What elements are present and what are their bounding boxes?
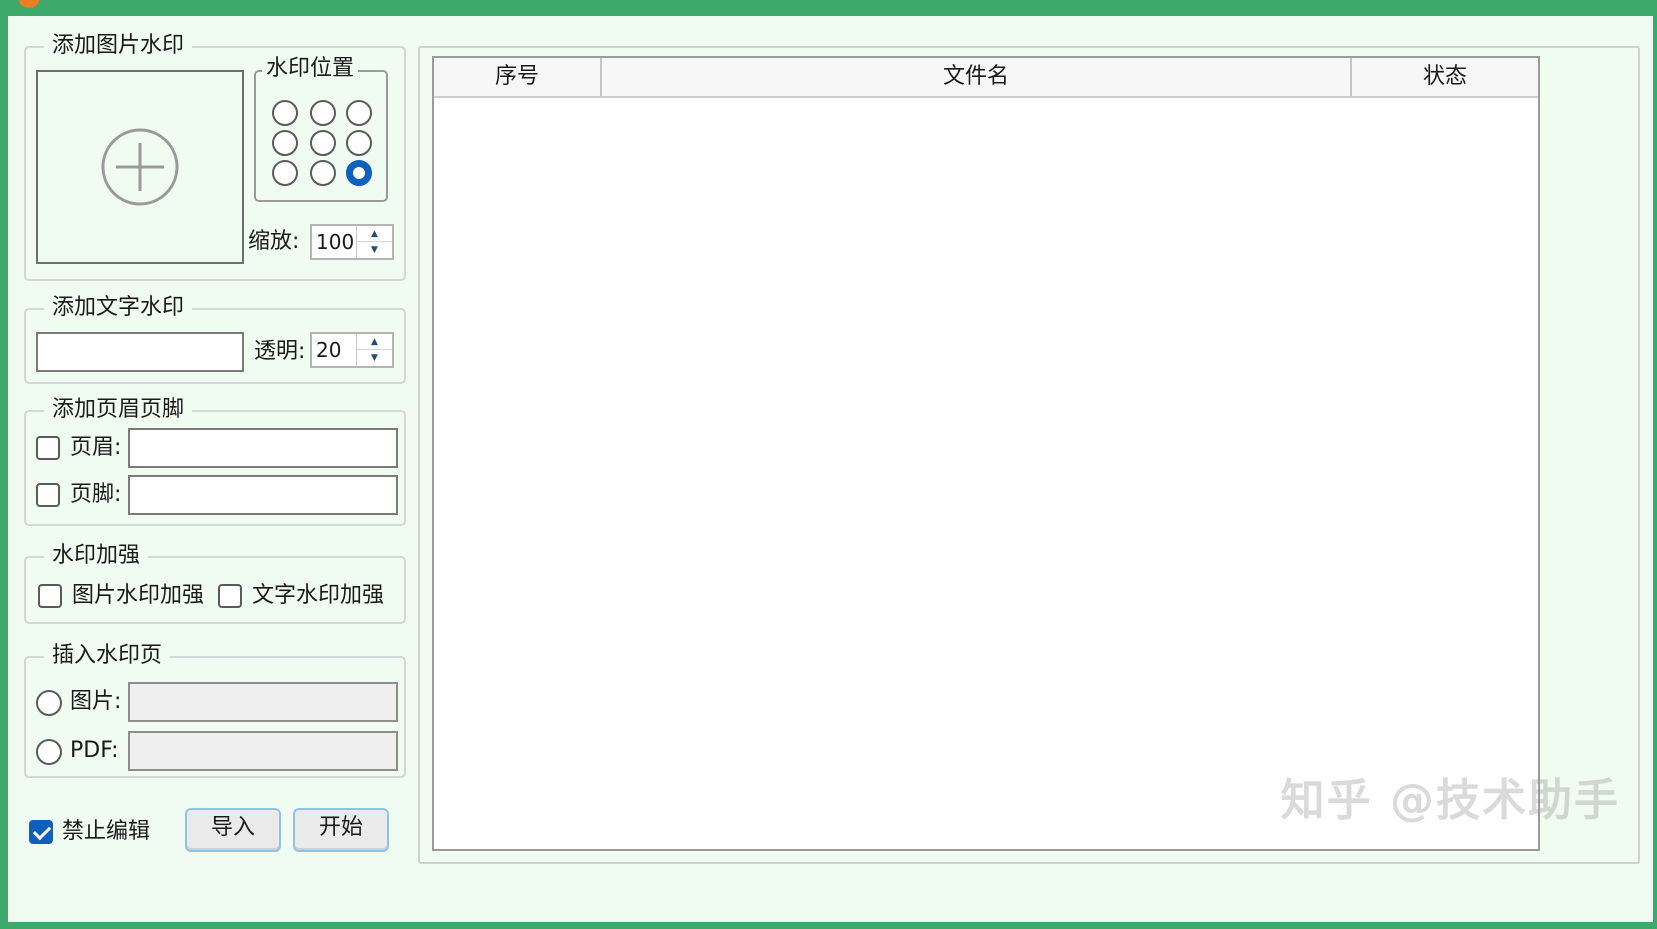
position-radio-bottom-center[interactable] bbox=[310, 160, 336, 186]
position-radio-top-left[interactable] bbox=[272, 100, 298, 126]
text-watermark-title: 添加文字水印 bbox=[44, 294, 193, 322]
footer-checkbox[interactable] bbox=[36, 483, 60, 507]
insert-page-group: 插入水印页 图片: PDF: bbox=[24, 642, 406, 778]
enhance-group: 水印加强 图片水印加强 文字水印加强 bbox=[24, 542, 406, 624]
header-footer-title: 添加页眉页脚 bbox=[44, 396, 193, 424]
position-radio-top-right[interactable] bbox=[346, 100, 372, 126]
disable-edit-label: 禁止编辑 bbox=[62, 819, 151, 844]
app-icon bbox=[18, 0, 40, 8]
enhance-title: 水印加强 bbox=[44, 542, 149, 570]
position-radio-bottom-right[interactable] bbox=[346, 160, 372, 186]
scale-value: 100 bbox=[316, 230, 355, 254]
scale-stepper[interactable]: 100 ▲ ▼ bbox=[310, 224, 394, 260]
text-enhance-checkbox[interactable] bbox=[218, 584, 242, 608]
image-enhance-label: 图片水印加强 bbox=[72, 583, 205, 608]
main-window: 添加图片水印 水印位置 缩放: 100 ▲ ▼ 添加文字水印 透明: 20 ▲ … bbox=[8, 16, 1653, 922]
insert-image-label: 图片: bbox=[70, 689, 122, 714]
text-watermark-group: 添加文字水印 透明: 20 ▲ ▼ bbox=[24, 294, 406, 384]
opacity-stepper[interactable]: 20 ▲ ▼ bbox=[310, 332, 394, 368]
plus-circle-icon bbox=[101, 128, 179, 206]
insert-pdf-label: PDF: bbox=[70, 738, 119, 763]
opacity-stepper-arrows: ▲ ▼ bbox=[356, 334, 392, 366]
image-picker[interactable] bbox=[36, 70, 244, 264]
file-list-table[interactable]: 序号 文件名 状态 bbox=[432, 56, 1540, 851]
column-header-status[interactable]: 状态 bbox=[1352, 58, 1538, 96]
text-enhance-label: 文字水印加强 bbox=[252, 583, 385, 608]
position-group: 水印位置 bbox=[254, 55, 388, 202]
import-button[interactable]: 导入 bbox=[185, 808, 281, 852]
opacity-label: 透明: bbox=[254, 339, 306, 364]
column-header-filename[interactable]: 文件名 bbox=[602, 58, 1352, 96]
header-footer-group: 添加页眉页脚 页眉: 页脚: bbox=[24, 396, 406, 526]
chevron-up-icon[interactable]: ▲ bbox=[357, 334, 392, 350]
insert-pdf-radio[interactable] bbox=[36, 739, 62, 765]
insert-image-radio[interactable] bbox=[36, 690, 62, 716]
insert-page-title: 插入水印页 bbox=[44, 642, 171, 670]
disable-edit-checkbox[interactable] bbox=[29, 820, 53, 844]
position-radio-bottom-left[interactable] bbox=[272, 160, 298, 186]
position-title: 水印位置 bbox=[262, 55, 359, 83]
position-radio-center[interactable] bbox=[310, 130, 336, 156]
scale-stepper-arrows: ▲ ▼ bbox=[356, 226, 392, 258]
header-input[interactable] bbox=[128, 428, 398, 468]
image-enhance-checkbox[interactable] bbox=[38, 584, 62, 608]
position-radio-middle-left[interactable] bbox=[272, 130, 298, 156]
scale-label: 缩放: bbox=[248, 229, 300, 254]
image-watermark-title: 添加图片水印 bbox=[44, 32, 193, 60]
insert-pdf-input[interactable] bbox=[128, 731, 398, 771]
chevron-down-icon[interactable]: ▼ bbox=[357, 242, 392, 258]
header-label: 页眉: bbox=[70, 435, 122, 460]
chevron-up-icon[interactable]: ▲ bbox=[357, 226, 392, 242]
file-list-panel: 序号 文件名 状态 知乎 @技术助手 bbox=[418, 46, 1640, 864]
column-header-index[interactable]: 序号 bbox=[434, 58, 602, 96]
table-header: 序号 文件名 状态 bbox=[434, 58, 1538, 98]
header-checkbox[interactable] bbox=[36, 436, 60, 460]
opacity-value: 20 bbox=[316, 338, 342, 362]
position-radio-middle-right[interactable] bbox=[346, 130, 372, 156]
site-watermark: 知乎 @技术助手 bbox=[1280, 775, 1620, 826]
insert-image-input[interactable] bbox=[128, 682, 398, 722]
chevron-down-icon[interactable]: ▼ bbox=[357, 350, 392, 366]
footer-input[interactable] bbox=[128, 475, 398, 515]
start-button[interactable]: 开始 bbox=[293, 808, 389, 852]
image-watermark-group: 添加图片水印 水印位置 缩放: 100 ▲ ▼ bbox=[24, 32, 406, 281]
footer-label: 页脚: bbox=[70, 482, 122, 507]
position-radio-top-center[interactable] bbox=[310, 100, 336, 126]
text-watermark-input[interactable] bbox=[36, 332, 244, 372]
